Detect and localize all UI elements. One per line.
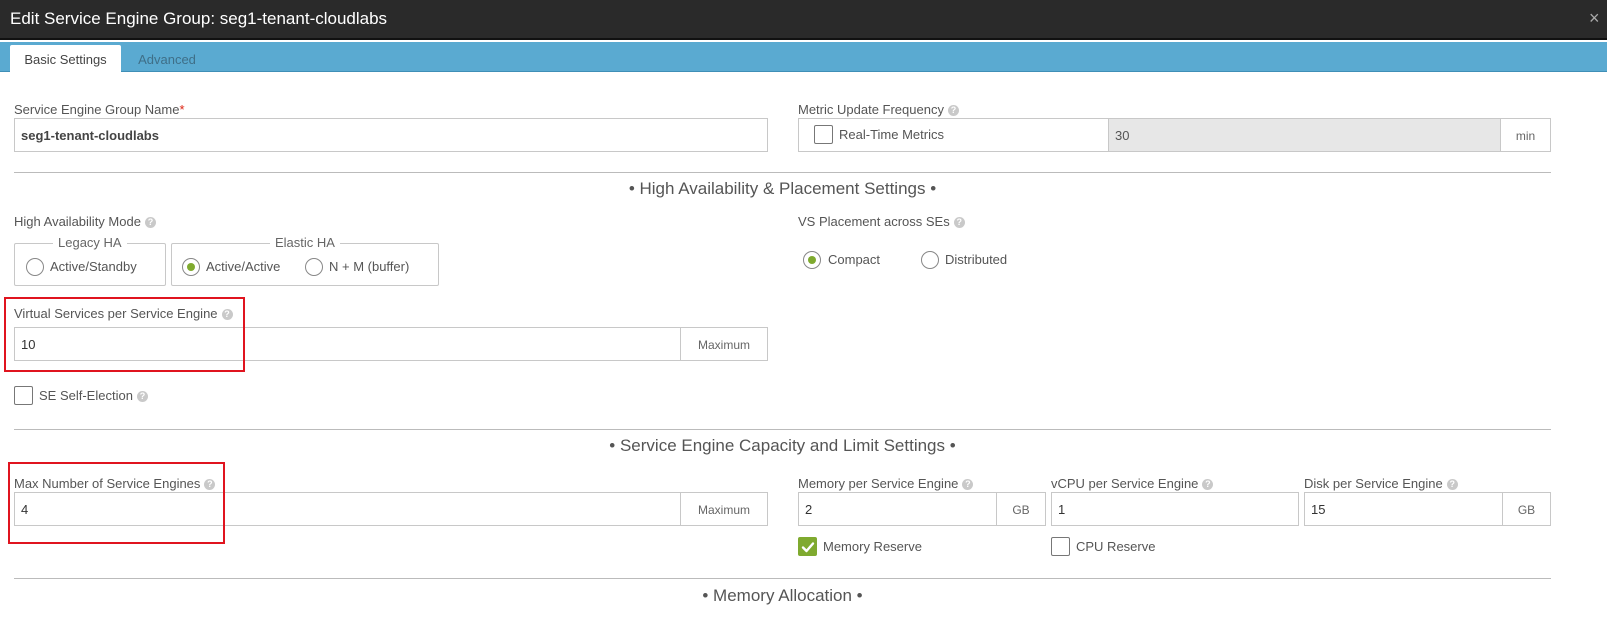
max-se-addon: Maximum: [680, 492, 768, 526]
compact-label: Compact: [828, 252, 881, 267]
group-name-label-text: Service Engine Group Name: [14, 102, 180, 117]
section-divider: [14, 172, 1551, 173]
vs-per-se-addon: Maximum: [680, 327, 768, 361]
ha-mode-label-text: High Availability Mode: [14, 214, 141, 229]
radio-active-active[interactable]: [182, 258, 200, 276]
close-icon[interactable]: ×: [1589, 8, 1600, 29]
metric-label-text: Metric Update Frequency: [798, 102, 944, 117]
radio-compact[interactable]: [803, 251, 821, 269]
memory-reserve-checkbox[interactable]: [798, 537, 817, 556]
se-self-election-label-text: SE Self-Election: [39, 388, 133, 403]
vcpu-per-se-input[interactable]: 1: [1051, 492, 1299, 526]
se-self-election-checkbox[interactable]: [14, 386, 33, 405]
cpu-reserve-checkbox[interactable]: [1051, 537, 1070, 556]
cpu-reserve-label: CPU Reserve: [1076, 539, 1156, 554]
active-active-label: Active/Active: [206, 259, 281, 274]
memory-per-se-label: Memory per Service Engine?: [798, 476, 974, 491]
metric-unit-addon: min: [1500, 118, 1551, 152]
help-icon[interactable]: ?: [136, 391, 148, 402]
section-divider: [14, 578, 1551, 579]
disk-per-se-label: Disk per Service Engine?: [1304, 476, 1458, 491]
disk-per-se-label-text: Disk per Service Engine: [1304, 476, 1443, 491]
disk-unit-addon: GB: [1502, 492, 1551, 526]
help-icon[interactable]: ?: [1202, 479, 1214, 490]
radio-n-plus-m[interactable]: [305, 258, 323, 276]
radio-distributed[interactable]: [921, 251, 939, 269]
highlight-box: [8, 462, 225, 544]
required-mark: *: [179, 102, 185, 117]
ha-mode-label: High Availability Mode?: [14, 214, 156, 229]
n-plus-m-label: N + M (buffer): [329, 259, 410, 274]
elastic-ha-legend: Elastic HA: [270, 235, 340, 250]
vcpu-per-se-label: vCPU per Service Engine?: [1051, 476, 1214, 491]
disk-per-se-input[interactable]: 15: [1304, 492, 1503, 526]
real-time-metrics-label: Real-Time Metrics: [839, 127, 944, 142]
radio-active-standby[interactable]: [26, 258, 44, 276]
section-title-capacity: • Service Engine Capacity and Limit Sett…: [609, 436, 956, 455]
vs-placement-label-text: VS Placement across SEs: [798, 214, 950, 229]
group-name-label: Service Engine Group Name*: [14, 102, 185, 117]
modal-header: Edit Service Engine Group: seg1-tenant-c…: [0, 0, 1607, 40]
memory-per-se-label-text: Memory per Service Engine: [798, 476, 959, 491]
help-icon[interactable]: ?: [144, 217, 156, 228]
se-self-election-label: SE Self-Election?: [39, 388, 148, 403]
help-icon[interactable]: ?: [1446, 479, 1458, 490]
memory-unit-addon: GB: [996, 492, 1046, 526]
help-icon[interactable]: ?: [947, 105, 959, 116]
tab-basic-settings[interactable]: Basic Settings: [10, 45, 121, 73]
help-icon[interactable]: ?: [962, 479, 974, 490]
vcpu-per-se-label-text: vCPU per Service Engine: [1051, 476, 1199, 491]
metric-label: Metric Update Frequency?: [798, 102, 959, 117]
distributed-label: Distributed: [945, 252, 1008, 267]
metric-frequency-input[interactable]: 30: [1108, 118, 1501, 152]
highlight-box: [4, 297, 245, 372]
real-time-metrics-checkbox[interactable]: [814, 125, 833, 144]
modal-title: Edit Service Engine Group: seg1-tenant-c…: [10, 9, 388, 28]
legacy-ha-legend: Legacy HA: [53, 235, 127, 250]
section-title-memory: • Memory Allocation •: [702, 586, 863, 605]
tab-advanced[interactable]: Advanced: [130, 45, 204, 73]
help-icon[interactable]: ?: [953, 217, 965, 228]
group-name-input[interactable]: seg1-tenant-cloudlabs: [14, 118, 768, 152]
section-title-ha: • High Availability & Placement Settings…: [628, 179, 937, 198]
memory-reserve-label: Memory Reserve: [823, 539, 922, 554]
checkmark-icon: [801, 542, 815, 553]
memory-per-se-input[interactable]: 2: [798, 492, 997, 526]
active-standby-label: Active/Standby: [50, 259, 137, 274]
tab-bar: Basic Settings Advanced: [0, 42, 1607, 73]
section-divider: [14, 429, 1551, 430]
vs-placement-label: VS Placement across SEs?: [798, 214, 965, 229]
